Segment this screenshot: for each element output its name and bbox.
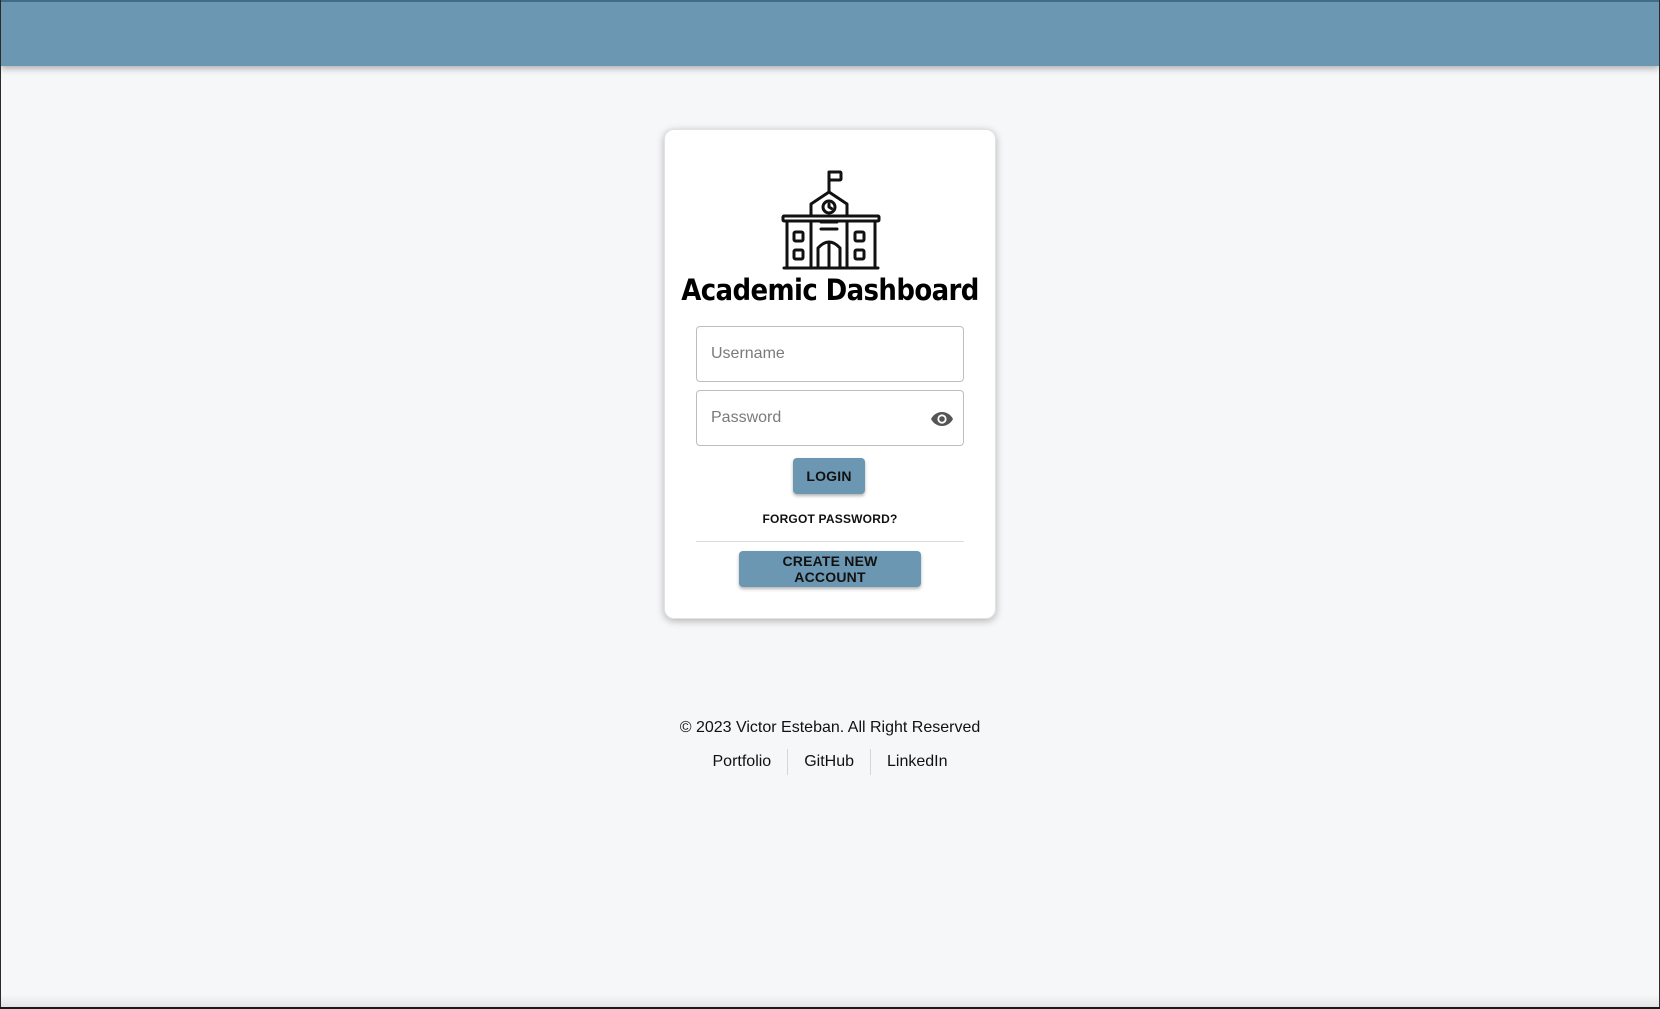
footer-link-portfolio[interactable]: Portfolio: [697, 749, 788, 775]
school-building-icon: [781, 170, 881, 270]
footer-links: Portfolio GitHub LinkedIn: [1, 749, 1659, 775]
bottom-shade: [1, 995, 1659, 1007]
page: Academic Dashboard LOGIN FORGOT PASSWORD…: [0, 0, 1660, 1007]
password-input[interactable]: [697, 391, 963, 445]
username-field[interactable]: [696, 326, 964, 382]
eye-icon: [931, 412, 953, 426]
top-bar: [1, 0, 1659, 66]
login-card: Academic Dashboard LOGIN FORGOT PASSWORD…: [664, 129, 996, 619]
footer-link-linkedin[interactable]: LinkedIn: [871, 749, 964, 775]
copyright-text: © 2023 Victor Esteban. All Right Reserve…: [679, 719, 981, 736]
footer-link-github[interactable]: GitHub: [788, 749, 870, 775]
divider: [696, 541, 964, 542]
forgot-password-link[interactable]: FORGOT PASSWORD?: [665, 512, 995, 526]
login-button[interactable]: LOGIN: [793, 458, 865, 494]
password-field[interactable]: [696, 390, 964, 446]
show-password-toggle[interactable]: [929, 406, 955, 432]
create-account-button[interactable]: CREATE NEW ACCOUNT: [739, 551, 921, 587]
username-input[interactable]: [697, 327, 963, 381]
app-title: Academic Dashboard: [681, 274, 979, 308]
